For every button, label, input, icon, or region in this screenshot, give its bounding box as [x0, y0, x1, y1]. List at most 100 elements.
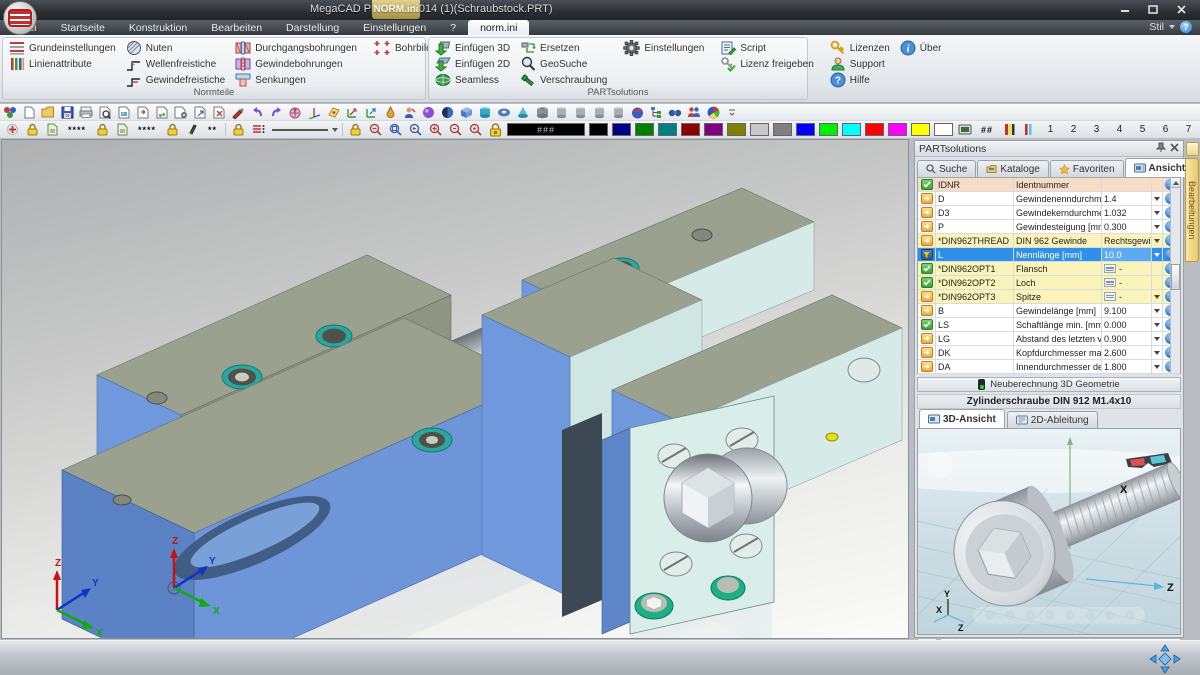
table-row-d3[interactable]: D3 Gewindekerndurchmess... 1.032 i [918, 206, 1180, 220]
ribbon-item-linienattribute[interactable]: Linienattribute [7, 56, 118, 72]
zoom-in-icon[interactable] [427, 122, 443, 137]
masked-field-2[interactable]: **** [134, 125, 160, 135]
web-link-icon[interactable]: @ [287, 105, 303, 120]
cylinder-gray-4-icon[interactable] [610, 105, 626, 120]
table-row-din962thread[interactable]: *DIN962THREAD DIN 962 Gewinde Rechtsgewi… [918, 234, 1180, 248]
pan-navigation-icon[interactable] [1148, 644, 1182, 675]
ribbon-item-wellenfreistiche[interactable]: Wellenfreistiche [124, 56, 227, 72]
import-file-icon[interactable] [135, 105, 151, 120]
ribbon-item-senkungen[interactable]: Senkungen [233, 72, 359, 88]
tab-3d-ansicht[interactable]: 3D-Ansicht [919, 409, 1005, 428]
binoculars-icon[interactable] [667, 105, 683, 120]
solid-tube-icon[interactable] [534, 105, 550, 120]
pen-colors-icon[interactable] [1001, 122, 1017, 137]
render-sphere-icon[interactable] [420, 105, 436, 120]
cylinder-gray-1-icon[interactable] [553, 105, 569, 120]
color-swatch-black[interactable] [589, 123, 608, 136]
lock-zoom-icon[interactable] [347, 122, 363, 137]
ribbon-item-script[interactable]: Script [718, 40, 815, 56]
options-icon[interactable] [2, 105, 18, 120]
color-swatch-teal[interactable] [658, 123, 677, 136]
table-row-din962opt1[interactable]: *DIN962OPT1 Flansch - i [918, 262, 1180, 276]
open-folder-icon[interactable] [40, 105, 56, 120]
shade-sphere-icon[interactable] [439, 105, 455, 120]
ribbon-item-grundeinstellungen[interactable]: Grundeinstellungen [7, 40, 118, 56]
tab-2d-ableitung[interactable]: 2D-Ableitung [1007, 411, 1098, 428]
dropdown-icon[interactable] [1154, 309, 1160, 313]
ribbon-item-einfuegen-3d[interactable]: Einfügen 3D [433, 40, 512, 56]
menu-tab-konstruktion[interactable]: Konstruktion [117, 20, 199, 35]
measure-user-icon[interactable] [401, 105, 417, 120]
param-value[interactable] [1102, 178, 1152, 191]
file-export-icon[interactable] [192, 105, 208, 120]
file-settings-icon[interactable] [173, 105, 189, 120]
line-width-icon[interactable] [1021, 122, 1037, 137]
dropdown-icon[interactable] [1154, 337, 1160, 341]
add-point-icon[interactable] [4, 122, 20, 137]
ribbon-item-einstellungen[interactable]: Einstellungen [621, 40, 706, 56]
edit-panel-icon[interactable] [1186, 142, 1199, 156]
table-row-da[interactable]: DA Innendurchmesser der ... 1.800 i [918, 360, 1180, 374]
color-swatch-green[interactable] [635, 123, 654, 136]
dropdown-icon[interactable] [1154, 323, 1160, 327]
param-value[interactable]: Rechtsgewinde [1102, 234, 1152, 247]
lock-pen-icon[interactable] [164, 122, 180, 137]
dropdown-icon[interactable] [1154, 253, 1160, 257]
megacad-logo-icon[interactable] [3, 1, 37, 35]
cylinder-gray-3-icon[interactable] [591, 105, 607, 120]
dropdown-icon[interactable] [1154, 239, 1160, 243]
screen-color-icon[interactable] [957, 122, 973, 137]
solid-cone-icon[interactable] [515, 105, 531, 120]
param-value-option[interactable]: - [1102, 276, 1152, 289]
panel-close-icon[interactable] [1170, 143, 1179, 155]
pin-icon[interactable] [1156, 142, 1166, 155]
color-swatch-white[interactable] [934, 123, 953, 136]
color-swatch-navy[interactable] [612, 123, 631, 136]
param-value[interactable]: 10.0 [1102, 248, 1152, 261]
param-value[interactable]: 0.300 [1102, 220, 1152, 233]
tab-ansicht[interactable]: Ansicht [1125, 158, 1195, 177]
new-file-icon[interactable] [21, 105, 37, 120]
ribbon-item-hilfe[interactable]: ? Hilfe [828, 72, 892, 88]
move-xyz-icon[interactable] [363, 105, 379, 120]
layer-doc-2-icon[interactable] [114, 122, 130, 137]
scroll-thumb[interactable] [1171, 264, 1180, 290]
table-row-din962opt3[interactable]: *DIN962OPT3 Spitze - i [918, 290, 1180, 304]
color-swatch-purple[interactable] [704, 123, 723, 136]
lock-color-icon[interactable] [487, 122, 503, 137]
lock-layer-2-icon[interactable] [94, 122, 110, 137]
table-row-l-selected[interactable]: L Nennlänge [mm] 10.0 i [918, 248, 1180, 262]
file-delete-icon[interactable] [211, 105, 227, 120]
table-row-din962opt2[interactable]: *DIN962OPT2 Loch - i [918, 276, 1180, 290]
zoom-previous-icon[interactable] [407, 122, 423, 137]
param-value[interactable]: 1.4 [1102, 192, 1152, 205]
ribbon-item-geosuche[interactable]: GeoSuche [518, 56, 609, 72]
color-swatch-blue[interactable] [796, 123, 815, 136]
pen-icon[interactable] [184, 122, 200, 137]
solid-box-icon[interactable] [458, 105, 474, 120]
param-value-option[interactable]: - [1102, 262, 1152, 275]
solid-cylinder-icon[interactable] [477, 105, 493, 120]
param-value[interactable]: 1.032 [1102, 206, 1152, 219]
param-value[interactable]: 0.900 [1102, 332, 1152, 345]
zoom-all-icon[interactable] [467, 122, 483, 137]
undo-icon[interactable] [249, 105, 265, 120]
dropdown-icon[interactable] [1154, 225, 1160, 229]
table-row-d[interactable]: D Gewindenenndurchmes... 1.4 i [918, 192, 1180, 206]
layer-button-5[interactable]: 5 [1133, 123, 1152, 137]
color-swatch-cyan[interactable] [842, 123, 861, 136]
menu-tab-einstellungen[interactable]: Einstellungen [351, 20, 438, 35]
redo-icon[interactable] [268, 105, 284, 120]
menu-tab-startseite[interactable]: Startseite [49, 20, 117, 35]
ribbon-item-bohrbild[interactable]: Bohrbild [371, 40, 434, 56]
side-tab-bearbeitungen[interactable]: Bearbeitungen [1185, 158, 1199, 262]
layer-doc-1-icon[interactable] [44, 122, 60, 137]
masked-field-1[interactable]: **** [64, 125, 90, 135]
ribbon-item-verschraubung[interactable]: Verschraubung [518, 72, 609, 88]
param-value[interactable]: 1.800 [1102, 360, 1152, 373]
ribbon-item-gewindebohrungen[interactable]: Gewindebohrungen [233, 56, 359, 72]
line-type-list-icon[interactable] [250, 122, 266, 137]
color-wheel-icon[interactable] [705, 105, 721, 120]
scroll-up-icon[interactable] [1171, 178, 1180, 188]
param-value[interactable]: 2.600 [1102, 346, 1152, 359]
